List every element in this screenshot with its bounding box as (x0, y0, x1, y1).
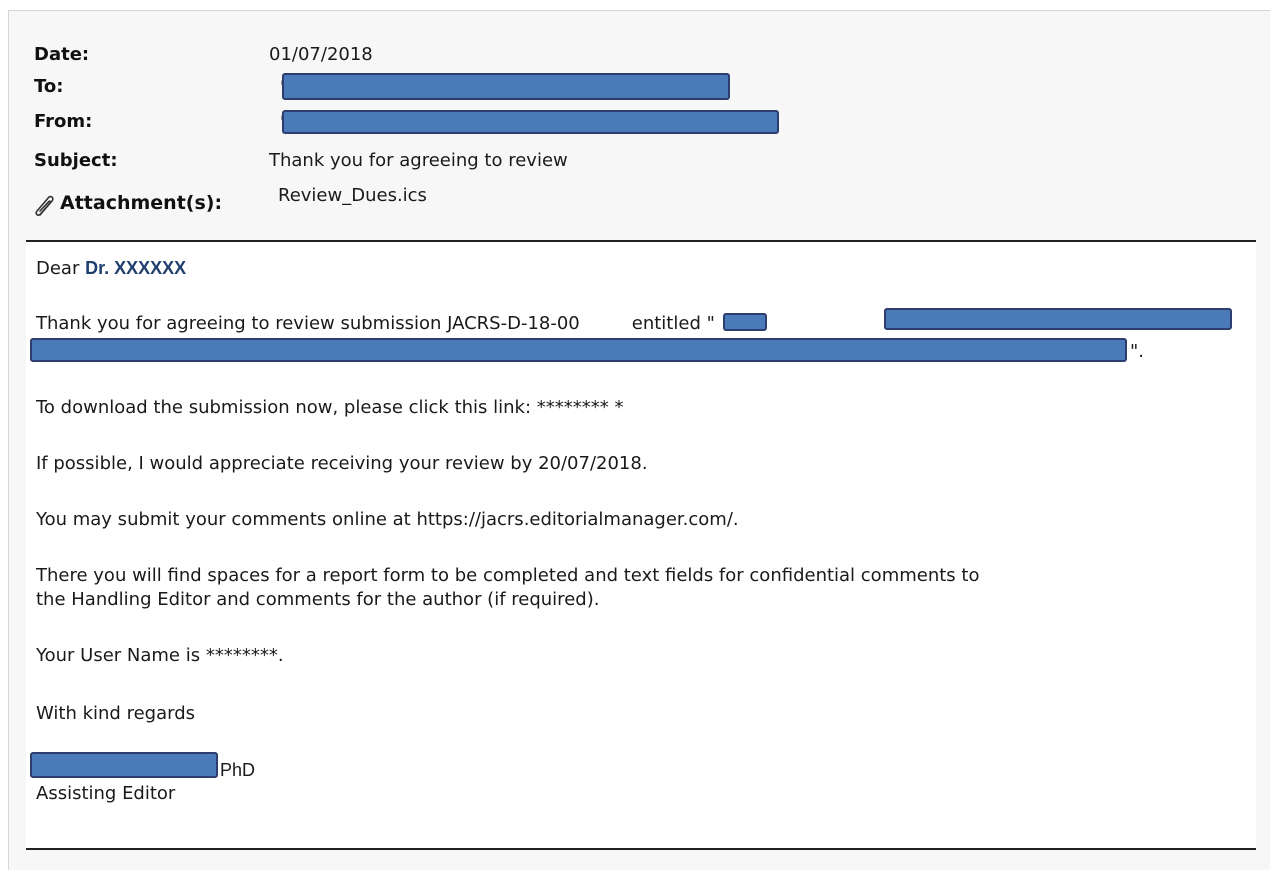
from-redaction (282, 110, 779, 134)
greeting-prefix: Dear (36, 258, 80, 279)
greeting: Dear Dr. XXXXXX (36, 256, 186, 281)
message-body: Dear Dr. XXXXXX Thank you for agreeing t… (26, 242, 1256, 848)
signature-name-redaction (30, 752, 218, 778)
date-label: Date: (34, 44, 90, 65)
signature-suffix: PhD (220, 760, 256, 780)
title-end: ". (1130, 341, 1145, 362)
title-redaction-line1 (884, 308, 1232, 330)
paragraph-thanks-line1: Thank you for agreeing to review submiss… (36, 312, 715, 336)
title-redaction-line2 (30, 338, 1127, 362)
attachment-file-link[interactable]: Review_Dues.ics (278, 181, 427, 211)
thanks-text: Thank you for agreeing to review submiss… (36, 313, 580, 334)
signature-title: Assisting Editor (36, 783, 176, 804)
username-paragraph: Your User Name is ********. (36, 645, 284, 666)
spaces-paragraph-line2: the Handling Editor and comments for the… (36, 589, 600, 610)
attachments-label: Attachment(s): (60, 192, 223, 214)
date-value: 01/07/2018 (269, 44, 373, 65)
spaces-paragraph-line1: There you will find spaces for a report … (36, 565, 980, 586)
subject-value: Thank you for agreeing to review (269, 150, 568, 171)
to-redaction (282, 73, 730, 100)
attachment-row: Attachment(s): Review_Dues.ics (26, 185, 626, 218)
from-label: From: (34, 111, 93, 132)
entitled-text: entitled " (631, 313, 715, 334)
submission-id-redaction (723, 313, 767, 331)
due-date-paragraph: If possible, I would appreciate receivin… (36, 453, 648, 474)
subject-label: Subject: (34, 150, 118, 171)
paperclip-icon (35, 195, 54, 216)
to-label: To: (34, 76, 64, 97)
footer-divider (26, 848, 1256, 850)
closing-text: With kind regards (36, 703, 195, 724)
download-paragraph: To download the submission now, please c… (36, 397, 624, 418)
greeting-name: Dr. XXXXXX (85, 258, 187, 278)
submit-paragraph: You may submit your comments online at h… (36, 509, 739, 530)
